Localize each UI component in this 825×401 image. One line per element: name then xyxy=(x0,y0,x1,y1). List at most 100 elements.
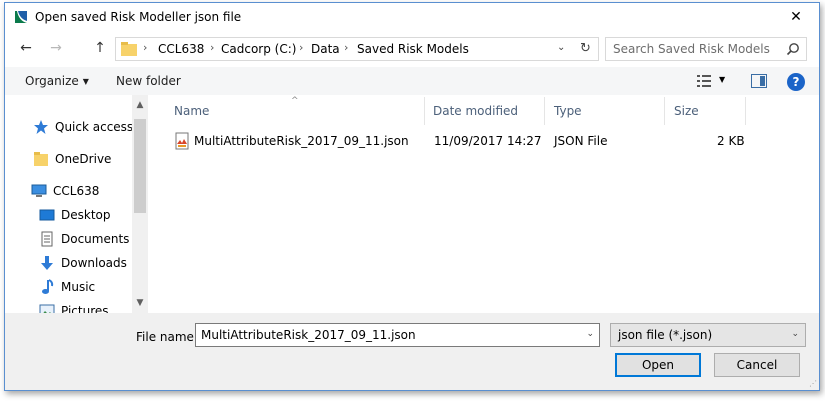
view-dropdown-icon[interactable]: ▼ xyxy=(719,75,725,84)
star-icon xyxy=(34,120,48,134)
organize-button[interactable]: Organize ▼ xyxy=(25,74,89,88)
breadcrumb-computer[interactable]: CCL638 xyxy=(158,42,204,56)
download-icon xyxy=(41,256,53,270)
search-box[interactable]: Search Saved Risk Models xyxy=(605,37,807,61)
cancel-button[interactable]: Cancel xyxy=(714,353,800,377)
open-file-dialog: Open saved Risk Modeller json file ✕ ← →… xyxy=(4,2,820,391)
address-dropdown-icon[interactable]: ⌄ xyxy=(557,42,565,53)
music-icon xyxy=(42,279,54,294)
column-divider[interactable] xyxy=(424,97,425,125)
breadcrumb-data[interactable]: Data xyxy=(311,42,340,56)
file-list: ^ Name Date modified Type Size MultiAttr… xyxy=(148,95,819,313)
chevron-down-icon[interactable]: ⌄ xyxy=(791,329,799,339)
documents-icon xyxy=(41,231,53,247)
navigation-scrollbar[interactable]: ▲ ▼ xyxy=(132,95,148,313)
forward-button[interactable]: → xyxy=(47,39,65,57)
column-header-name[interactable]: Name xyxy=(174,95,209,127)
forward-arrow-icon: → xyxy=(50,40,62,56)
folder-icon xyxy=(34,152,48,166)
json-file-icon xyxy=(175,132,189,150)
column-divider[interactable] xyxy=(664,97,665,125)
sidebar-item-quick-access[interactable]: Quick access xyxy=(33,117,133,137)
sidebar-item-label: Pictures xyxy=(61,304,109,313)
file-date-modified: 11/09/2017 14:27 xyxy=(434,134,542,148)
resize-grip-icon[interactable]: ⋰ xyxy=(809,379,817,388)
column-header-label: Type xyxy=(554,104,582,118)
column-header-label: Name xyxy=(174,104,210,118)
pictures-icon xyxy=(39,304,55,313)
up-button[interactable]: ↑ xyxy=(91,39,109,57)
search-icon[interactable] xyxy=(786,42,800,56)
help-icon[interactable]: ? xyxy=(787,73,805,91)
column-header-label: Date modified xyxy=(433,104,519,118)
sidebar-item-pictures[interactable]: Pictures xyxy=(39,301,109,313)
sidebar-item-downloads[interactable]: Downloads xyxy=(39,253,127,273)
organize-label: Organize xyxy=(25,74,79,88)
breadcrumb-separator: › xyxy=(344,41,349,54)
sidebar-item-label: OneDrive xyxy=(55,152,112,166)
sidebar-item-label: Documents xyxy=(61,232,130,246)
refresh-icon[interactable]: ↻ xyxy=(580,41,591,56)
file-name-field[interactable]: MultiAttributeRisk_2017_09_11.json ⌄ xyxy=(195,323,600,347)
file-name-label: File name: xyxy=(136,330,198,344)
file-name[interactable]: MultiAttributeRisk_2017_09_11.json xyxy=(194,134,409,148)
sidebar-item-ccl638[interactable]: CCL638 xyxy=(31,181,99,201)
column-header-type[interactable]: Type xyxy=(554,95,582,127)
address-bar[interactable]: › CCL638 › Cadcorp (C:) › Data › Saved R… xyxy=(115,37,599,61)
sidebar-item-label: CCL638 xyxy=(53,184,100,198)
chevron-down-icon[interactable]: ⌄ xyxy=(586,329,594,339)
file-name-value[interactable]: MultiAttributeRisk_2017_09_11.json xyxy=(201,328,416,342)
new-folder-label: New folder xyxy=(116,74,181,88)
breadcrumb-saved-risk-models[interactable]: Saved Risk Models xyxy=(357,42,469,56)
scroll-up-icon[interactable]: ▲ xyxy=(132,97,148,113)
title-bar: Open saved Risk Modeller json file ✕ xyxy=(5,3,819,31)
desktop-icon xyxy=(39,209,55,221)
breadcrumb-separator: › xyxy=(143,41,148,54)
new-folder-button[interactable]: New folder xyxy=(116,74,181,88)
sidebar-item-label: Music xyxy=(61,280,96,294)
window-title: Open saved Risk Modeller json file xyxy=(35,10,242,24)
sidebar-item-label: Quick access xyxy=(55,120,134,134)
search-input[interactable]: Search Saved Risk Models xyxy=(613,42,770,56)
breadcrumb-separator: › xyxy=(210,41,215,54)
file-type: JSON File xyxy=(554,134,608,148)
preview-pane-icon[interactable] xyxy=(751,74,767,88)
file-type-filter[interactable]: json file (*.json) ⌄ xyxy=(610,323,806,347)
close-icon: ✕ xyxy=(790,9,802,25)
cancel-button-label: Cancel xyxy=(736,358,778,372)
help-label: ? xyxy=(792,75,800,89)
column-header-date-modified[interactable]: Date modified xyxy=(433,95,518,127)
sidebar-item-documents[interactable]: Documents xyxy=(39,229,129,249)
close-button[interactable]: ✕ xyxy=(773,3,819,31)
dialog-footer: File name: MultiAttributeRisk_2017_09_11… xyxy=(5,313,819,390)
sidebar-item-desktop[interactable]: Desktop xyxy=(39,205,111,225)
sidebar-item-onedrive[interactable]: OneDrive xyxy=(33,149,111,169)
back-arrow-icon: ← xyxy=(20,40,32,56)
scroll-down-icon[interactable]: ▼ xyxy=(132,295,148,311)
column-divider[interactable] xyxy=(745,97,746,125)
breadcrumb-drive[interactable]: Cadcorp (C:) xyxy=(221,42,296,56)
column-header-label: Size xyxy=(674,104,699,118)
computer-icon xyxy=(31,184,47,197)
chevron-down-icon: ▼ xyxy=(82,77,89,86)
app-logo-icon xyxy=(15,11,27,23)
view-options-icon[interactable] xyxy=(697,74,711,88)
column-header-size[interactable]: Size xyxy=(674,95,699,127)
file-type-filter-value: json file (*.json) xyxy=(618,328,713,342)
sidebar-item-music[interactable]: Music xyxy=(39,277,95,297)
folder-icon xyxy=(121,42,137,56)
back-button[interactable]: ← xyxy=(17,39,35,57)
sidebar-item-label: Downloads xyxy=(61,256,127,270)
scrollbar-thumb[interactable] xyxy=(134,119,146,213)
breadcrumb-separator: › xyxy=(299,41,304,54)
file-size: 2 KB xyxy=(717,134,745,148)
table-row[interactable]: MultiAttributeRisk_2017_09_11.json 11/09… xyxy=(170,131,750,151)
column-divider[interactable] xyxy=(544,97,545,125)
navigation-pane: Quick access OneDrive CCL638 Desktop Doc… xyxy=(5,95,148,313)
navigation-bar: ← → ↑ › CCL638 › Cadcorp (C:) › Data › S… xyxy=(5,31,819,67)
sidebar-item-label: Desktop xyxy=(61,208,111,222)
open-button[interactable]: Open xyxy=(615,353,701,377)
sort-ascending-icon: ^ xyxy=(291,96,299,106)
open-button-label: Open xyxy=(641,358,675,372)
up-arrow-icon: ↑ xyxy=(94,40,106,56)
